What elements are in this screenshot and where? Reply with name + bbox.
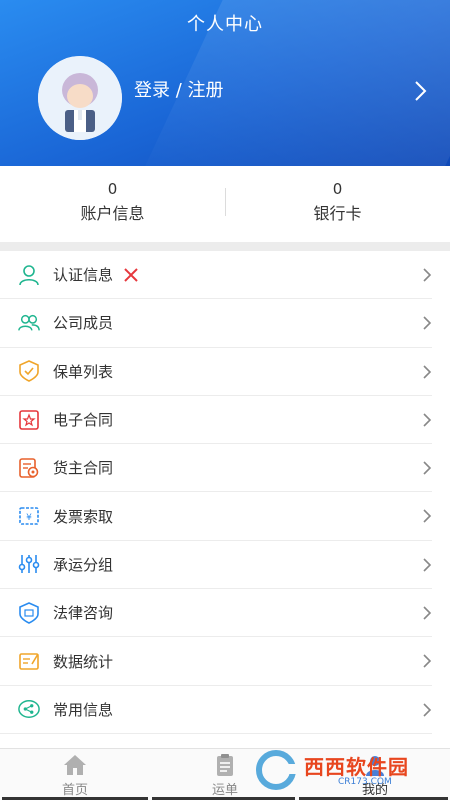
invoice-icon: ¥ (18, 505, 40, 527)
chevron-right-icon (423, 606, 432, 620)
svg-text:¥: ¥ (26, 513, 32, 523)
chevron-right-icon (423, 268, 432, 282)
chevron-right-icon (423, 413, 432, 427)
status-x-icon (124, 267, 138, 282)
bank-card-stat[interactable]: 0 银行卡 (225, 166, 450, 242)
chevron-right-icon (423, 316, 432, 330)
login-register-link[interactable]: 登录 / 注册 (134, 78, 430, 108)
user-outline-icon (18, 264, 40, 286)
menu-item-company-members[interactable]: 公司成员 (0, 299, 432, 348)
cargo-contract-icon (18, 457, 40, 479)
chevron-right-icon (423, 703, 432, 717)
tab-label: 首页 (61, 783, 88, 798)
chevron-right-icon (423, 365, 432, 379)
account-stats: 0 账户信息 0 银行卡 (0, 166, 450, 242)
group-icon (18, 312, 40, 334)
tab-label: 运单 (211, 783, 238, 798)
menu-list: 认证信息 公司成员 保单列表 电子合同 货主合同 ¥ 发票索取 承运分组 法律咨… (0, 251, 450, 734)
chevron-right-icon (423, 461, 432, 475)
menu-label: 常用信息 (53, 700, 114, 719)
bank-card-count: 0 (332, 180, 343, 198)
tab-home[interactable]: 首页 (0, 749, 150, 800)
menu-item-policy-list[interactable]: 保单列表 (0, 348, 432, 396)
law-shield-icon (18, 601, 40, 624)
menu-label: 发票索取 (53, 507, 114, 526)
chevron-right-icon (423, 509, 432, 524)
avatar[interactable] (38, 56, 122, 140)
menu-item-invoice-request[interactable]: ¥ 发票索取 (0, 492, 432, 541)
profile-header: 个人中心 登录 / 注册 (0, 0, 450, 166)
tab-waybill[interactable]: 运单 (150, 749, 300, 800)
menu-item-e-contract[interactable]: 电子合同 (0, 396, 432, 445)
menu-label: 认证信息 (53, 266, 114, 285)
tab-label: 我的 (361, 783, 388, 798)
account-info-stat[interactable]: 0 账户信息 (0, 166, 225, 242)
shield-check-icon (18, 360, 40, 383)
default-avatar-icon (38, 56, 122, 140)
contract-seal-icon (18, 409, 40, 431)
tab-mine[interactable]: 我的 (300, 749, 450, 800)
section-divider (0, 242, 450, 251)
menu-label: 货主合同 (53, 459, 114, 478)
bottom-tab-bar: 首页 运单 我的 (0, 748, 450, 800)
menu-label: 公司成员 (53, 314, 114, 333)
home-icon (64, 755, 86, 775)
share-icon (18, 698, 40, 720)
clipboard-icon (217, 754, 233, 776)
menu-label: 数据统计 (53, 652, 114, 671)
menu-label: 法律咨询 (53, 604, 114, 623)
chevron-right-icon (415, 81, 427, 101)
statistics-icon (18, 650, 40, 672)
menu-item-certification[interactable]: 认证信息 (0, 251, 432, 300)
menu-item-data-stats[interactable]: 数据统计 (0, 637, 432, 686)
login-register-label: 登录 / 注册 (134, 80, 224, 101)
menu-item-shipper-contract[interactable]: 货主合同 (0, 444, 432, 493)
menu-label: 电子合同 (53, 411, 114, 430)
page-title: 个人中心 (187, 14, 263, 35)
menu-label: 承运分组 (53, 555, 114, 574)
sliders-icon (18, 553, 40, 575)
account-info-label: 账户信息 (80, 204, 145, 223)
menu-item-carrier-groups[interactable]: 承运分组 (0, 541, 432, 590)
profile-icon (366, 756, 384, 776)
account-info-count: 0 (107, 180, 118, 198)
chevron-right-icon (423, 558, 432, 572)
bank-card-label: 银行卡 (313, 204, 362, 223)
menu-item-legal-consult[interactable]: 法律咨询 (0, 589, 432, 638)
chevron-right-icon (423, 654, 432, 668)
stats-divider (225, 188, 226, 216)
menu-label: 保单列表 (53, 362, 114, 381)
menu-item-common-info[interactable]: 常用信息 (0, 686, 432, 734)
